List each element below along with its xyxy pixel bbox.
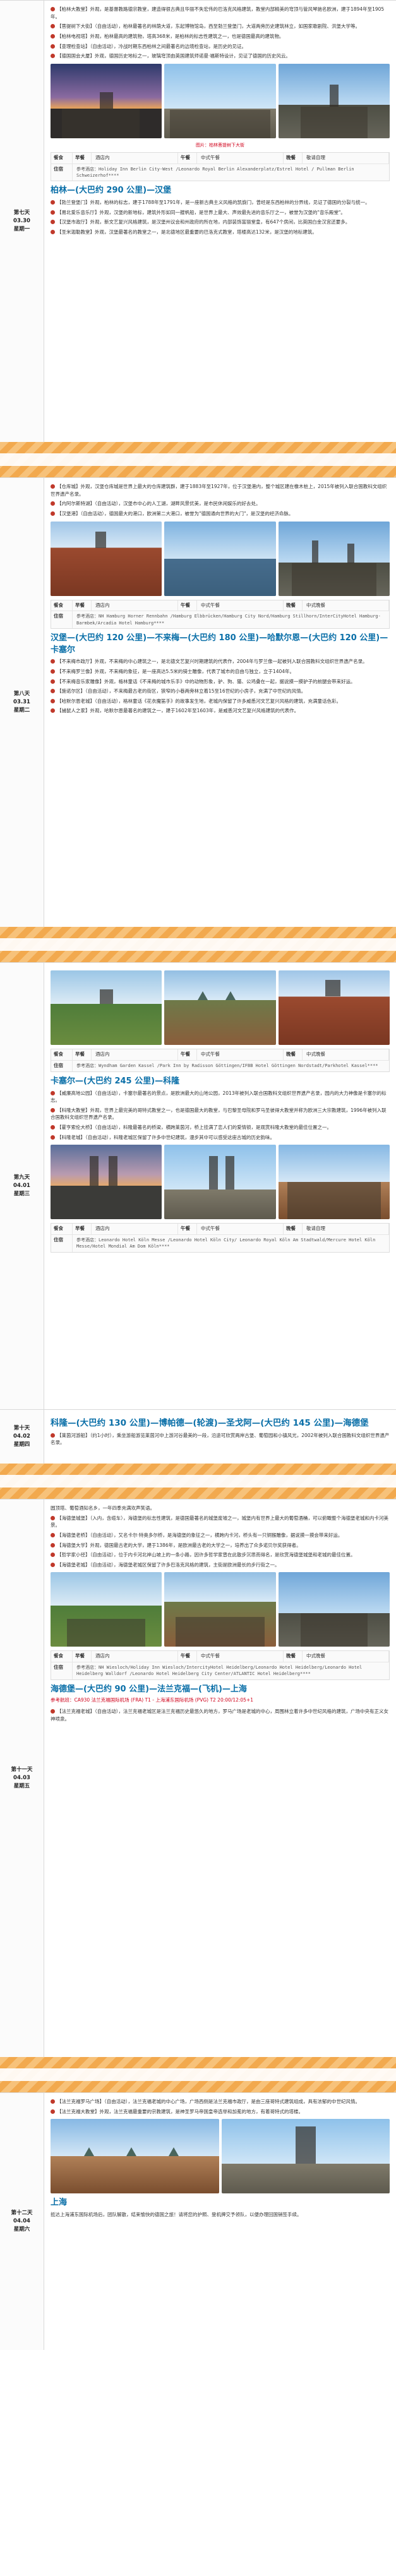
day8-para-2: 【不来梅罗兰像】外观，不来梅的象征，是一座高达5.5米的骑士雕像，代表了城市的自…: [51, 668, 390, 676]
day8-route: 汉堡—(大巴约 120 公里)—不来梅—(大巴约 180 公里)—哈默尔恩—(大…: [51, 633, 388, 655]
day9-para-4: 【科隆老城】（自由活动），科隆老城区保留了许多中世纪建筑，漫步其中可以感受这座古…: [51, 1134, 390, 1142]
day9-hotel-2: 参考酒店：Leonardo Hotel Köln Messe /Leonardo…: [76, 1237, 376, 1249]
day8-intro-2: 【内阿尔斯特湖】（自由活动），汉堡市中心的人工湖，湖畔风景优美，是市民休闲娱乐的…: [51, 500, 390, 508]
day7-label: 第七天 03.30 星期一: [13, 210, 30, 232]
day7-para-4: 【圣米迦勒教堂】外观，汉堡最著名的教堂之一，是北德地区最重要的巴洛克式教堂，塔楼…: [51, 229, 390, 236]
day11-info-table: 餐食 早餐 酒店内 午餐 中式午餐 晚餐 中式晚餐 住宿 参考酒店：NH Wieslo…: [51, 1650, 390, 1680]
day11-intro-1: 圆顶塔、葡萄酒知名乡，一年四季充满欢声笑语。: [51, 1505, 155, 1511]
day7-intro-5: 【德国国会大厦】外观，德国历史地标之一，玻璃穹顶由英国建筑师诺曼·福斯特设计，见…: [51, 52, 390, 60]
day11-label: 第十一天 04.03 星期五: [11, 1767, 33, 1789]
day9-photo-2: [164, 970, 276, 1045]
day11-intro-2: 【海德堡城堡】（入内，含缆车），海德堡的标志性建筑，是德国最著名的城堡废墟之一，…: [51, 1515, 388, 1529]
day8-para-5: 【哈默尔恩老城】（自由活动），格林童话《花衣魔笛手》的故事发生地，老城内保留了许…: [51, 698, 390, 705]
day12-para: 抵达上海浦东国际机场后，团队解散，结束愉快的德国之旅！请将您的护照、登机牌交予领…: [51, 2212, 302, 2218]
day9-info-table: 餐食 早餐 酒店内 午餐 中式午餐 晚餐 中式晚餐 住宿 参考酒店：Wyndham G…: [51, 1049, 390, 1072]
day7-intro-3: 【柏林电视塔】外观，柏林最高的建筑物，塔高368米，是柏林的标志性建筑之一，也是…: [51, 33, 390, 40]
day7-para-1: 【勃兰登堡门】外观，柏林的标志，建于1788年至1791年，是一座新古典主义风格…: [51, 199, 390, 206]
day7-photos: [51, 63, 390, 138]
day9-photos-bottom: [51, 1145, 390, 1220]
day9-para-1: 【威廉高地公园】（自由活动），卡塞尔最著名的景点，是欧洲最大的山地公园，2013…: [51, 1090, 387, 1104]
day8-intro-3: 【汉堡港】（自由活动），德国最大的港口，欧洲第二大港口，被誉为"德国通向世界的大…: [51, 510, 390, 518]
day9-label: 第九天 04.01 星期三: [13, 1174, 30, 1197]
day9-photos-top: [51, 970, 390, 1045]
day8-photos: [51, 521, 390, 596]
itinerary-page: 第七天 03.30 星期一 【柏林大教堂】外观，是基督教路德宗教堂，建造得很古典…: [0, 0, 396, 2576]
day8-section: 第八天 03.31 星期二 【仓库城】外观，汉堡仓库城是世界上最大的仓库建筑群，…: [0, 477, 396, 927]
day7-label-col: 第七天 03.30 星期一: [0, 1, 44, 442]
day12-intro-1: 【法兰克福罗马广场】（自由活动），法兰克福老城的中心广场，广场西侧是法兰克福市政…: [51, 2098, 390, 2106]
day7-photo-3: [278, 63, 390, 138]
day7-photo-1: [51, 63, 162, 138]
day7-para-2: 【易北爱乐音乐厅】外观，汉堡的新地标，建筑外形如同一艘帆船，是世界上最大、声效最…: [51, 209, 390, 217]
section-divider: [0, 442, 396, 477]
day12-photo-2: [221, 2119, 390, 2194]
day9-route: 卡塞尔—(大巴约 245 公里)—科隆: [51, 1076, 180, 1086]
day7-route: 柏林—(大巴约 290 公里)—汉堡: [51, 186, 172, 196]
day10-label: 第十天 04.02 星期四: [13, 1425, 30, 1448]
section-divider: [0, 2057, 396, 2092]
day7-intro-2: 【菩提树下大街】（自由活动），柏林最著名的林荫大道，东起博物馆岛，西至勃兰登堡门…: [51, 23, 390, 30]
day7-para-3: 【汉堡市政厅】外观，新文艺复兴风格建筑，是汉堡州议会和州政府的所在地，内部装饰富…: [51, 218, 390, 226]
day10-route: 科隆—(大巴约 130 公里)—博帕德—(轮渡)—圣戈阿—(大巴约 145 公里…: [51, 1418, 369, 1428]
day11-hotel: 参考酒店：NH Wiesloch/Holiday Inn Wiesloch/In…: [76, 1665, 363, 1677]
day9-info-table-2: 餐食 早餐 酒店内 午餐 中式午餐 晚餐 敬请自理 住宿 参考酒店：Leonardo …: [51, 1223, 390, 1253]
day11-flight-info: 参考航班：CA930 法兰克福国际机场 (FRA) T1 - 上海浦东国际机场 …: [51, 1697, 253, 1703]
day8-para-4: 【施诺尔区】（自由活动），不来梅最古老的街区，狭窄的小巷两旁林立着15至16世纪…: [51, 688, 390, 695]
day12-photos: [51, 2119, 390, 2194]
day8-hotel: 参考酒店：NH Hamburg Horner Rennbahn /Hamburg…: [76, 614, 381, 626]
day8-content: 【仓库城】外观，汉堡仓库城是世界上最大的仓库建筑群，建于1883年至1927年，…: [44, 478, 396, 927]
day11-route: 海德堡—(大巴约 90 公里)—法兰克福—(飞机)—上海: [51, 1684, 247, 1694]
day10-para-1: 【莱茵河游船】（约1小时），乘坐游船游览莱茵河中上游河谷最美的一段，沿途可欣赏两…: [51, 1432, 390, 1446]
day11-photo-3: [278, 1572, 390, 1647]
day9-para-2: 【科隆大教堂】外观，世界上最完美的哥特式教堂之一，也是德国最大的教堂，与巴黎圣母…: [51, 1107, 387, 1121]
day10-content: 科隆—(大巴约 130 公里)—博帕德—(轮渡)—圣戈阿—(大巴约 145 公里…: [44, 1410, 396, 1464]
day7-photo-2: [164, 63, 276, 138]
day8-label: 第八天 03.31 星期二: [13, 691, 30, 713]
day12-label: 第十二天 04.04 星期六: [11, 2210, 33, 2233]
day11-content: 圆顶塔、葡萄酒知名乡，一年四季充满欢声笑语。 【海德堡城堡】（入内，含缆车），海…: [44, 1500, 396, 2057]
day7-hotel: 参考酒店：Holiday Inn Berlin City-West /Leona…: [76, 166, 354, 178]
day9-photo-1: [51, 970, 162, 1045]
day11-photo-1: [51, 1572, 162, 1647]
day8-para-3: 【不来梅音乐家雕像】外观，格林童话《不来梅的城市乐手》中的动物形象，驴、狗、猫、…: [51, 678, 390, 686]
day11-para: 【法兰克福老城】（自由活动），法兰克福老城区是法兰克福历史最悠久的地方，罗马广场…: [51, 1708, 388, 1722]
day8-photo-2: [164, 521, 276, 596]
day12-content: 【法兰克福罗马广场】（自由活动），法兰克福老城的中心广场，广场西侧是法兰克福市政…: [44, 2093, 396, 2350]
day9-photo-3: [278, 970, 390, 1045]
day9-section: 第九天 04.01 星期三 餐食 早餐酒店内 午餐中式午餐 晚餐中式晚餐: [0, 962, 396, 1409]
day12-section: 第十二天 04.04 星期六 【法兰克福罗马广场】（自由活动），法兰克福老城的中…: [0, 2092, 396, 2350]
day7-info-table: 餐食 早餐 酒店内 午餐 中式午餐 晚餐 敬请自理 住宿 参考酒店：Holiday I…: [51, 152, 390, 182]
day7-intro-1: 【柏林大教堂】外观，是基督教路德宗教堂，建造得很古典且华丽不失宏伟的巴洛克风格建…: [51, 6, 385, 20]
day9-photo-5: [164, 1145, 276, 1220]
day9-hotel: 参考酒店：Wyndham Garden Kassel /Park Inn by …: [76, 1063, 378, 1068]
day9-para-3: 【霍亨索伦大桥】（自由活动），科隆最著名的桥梁，横跨莱茵河，桥上挂满了恋人们的爱…: [51, 1124, 390, 1131]
day8-photo-1: [51, 521, 162, 596]
day11-intro-3: 【海德堡老桥】（自由活动），又名卡尔·特奥多尔桥，是海德堡的象征之一，横跨内卡河…: [51, 1532, 390, 1539]
section-divider: [0, 927, 396, 962]
day11-intro-4: 【海德堡大学】外观，德国最古老的大学，建于1386年，是欧洲最古老的大学之一，培…: [51, 1542, 390, 1549]
day11-photo-2: [164, 1572, 276, 1647]
day9-content: 餐食 早餐 酒店内 午餐 中式午餐 晚餐 中式晚餐 住宿 参考酒店：Wyndham G…: [44, 963, 396, 1409]
day12-route: 上海: [51, 2198, 68, 2208]
day7-content: 【柏林大教堂】外观，是基督教路德宗教堂，建造得很古典且华丽不失宏伟的巴洛克风格建…: [44, 1, 396, 442]
day7-photo-caption: 图片：柏林菩提树下大街: [196, 142, 244, 148]
day9-photo-6: [278, 1145, 390, 1220]
day11-section: 第十一天 04.03 星期五 圆顶塔、葡萄酒知名乡，一年四季充满欢声笑语。 【海…: [0, 1499, 396, 2057]
day11-intro-6: 【海德堡老城】（自由活动），海德堡老城区保留了许多巴洛克风格的建筑，主街是欧洲最…: [51, 1561, 390, 1569]
section-divider: [0, 1464, 396, 1499]
day8-intro-1: 【仓库城】外观，汉堡仓库城是世界上最大的仓库建筑群，建于1883年至1927年，…: [51, 484, 387, 497]
day11-photos: [51, 1572, 390, 1647]
day12-photo-1: [51, 2119, 219, 2194]
day8-info-table: 餐食 早餐 酒店内 午餐 中式午餐 晚餐 中式晚餐 住宿 参考酒店：NH Hambur…: [51, 599, 390, 629]
day7-intro-4: 【查理检查站】（自由活动），冷战时期东西柏林之间最著名的边境检查站，是历史的见证…: [51, 43, 390, 51]
day12-intro-2: 【法兰克福大教堂】外观，法兰克福最重要的宗教建筑，是神圣罗马帝国皇帝选举和加冕的…: [51, 2108, 390, 2116]
day8-para-6: 【捕鼠人之家】外观，哈默尔恩最著名的建筑之一，建于1602年至1603年，是威悉…: [51, 707, 390, 715]
day10-section: 第十天 04.02 星期四 科隆—(大巴约 130 公里)—博帕德—(轮渡)—圣…: [0, 1409, 396, 1464]
day7-section: 第七天 03.30 星期一 【柏林大教堂】外观，是基督教路德宗教堂，建造得很古典…: [0, 0, 396, 442]
day8-photo-3: [278, 521, 390, 596]
day11-intro-5: 【哲学家小径】（自由活动），位于内卡河北岸山坡上的一条小路，因许多哲学家曾在此散…: [51, 1551, 390, 1559]
day9-photo-4: [51, 1145, 162, 1220]
day8-para-1: 【不来梅市政厅】外观，不来梅的中心建筑之一，是北德文艺复兴时期建筑的代表作，20…: [51, 658, 390, 665]
